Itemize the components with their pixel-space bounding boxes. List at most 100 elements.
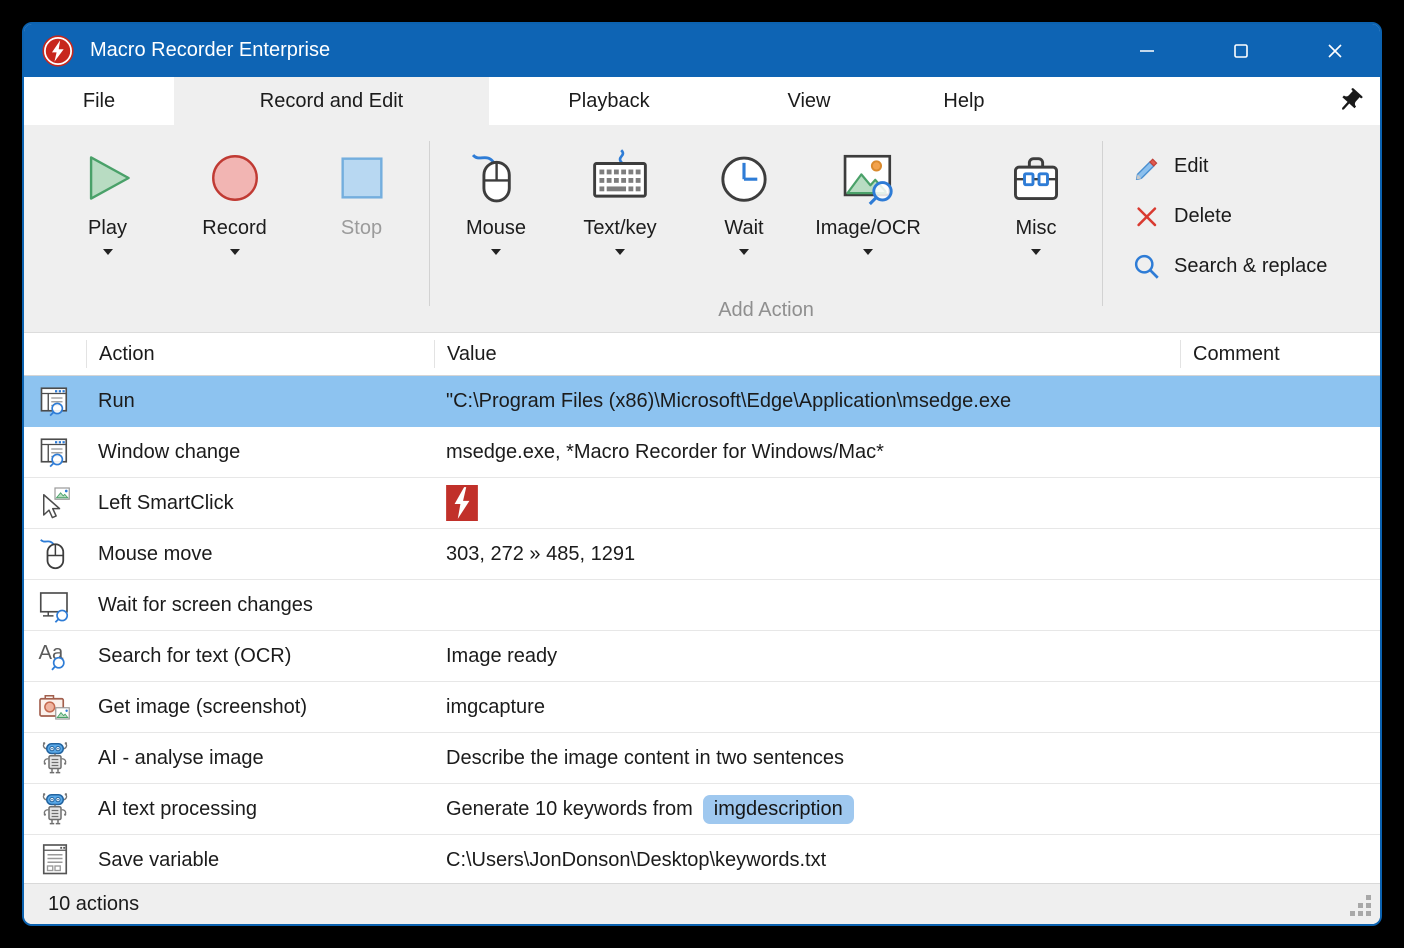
table-row[interactable]: AI - analyse image Describe the image co… [24, 733, 1380, 784]
search-replace-button[interactable]: Search & replace [1133, 241, 1327, 291]
table-body: Run "C:\Program Files (x86)\Microsoft\Ed… [24, 376, 1380, 883]
tab-view[interactable]: View [729, 77, 889, 125]
play-icon [79, 149, 137, 207]
pencil-icon [1133, 153, 1160, 180]
mouse-label: Mouse [466, 217, 526, 240]
menu-tab-bar: File Record and Edit Playback View Help [24, 77, 1380, 125]
value-text: Describe the image content in two senten… [446, 747, 844, 770]
text-key-dropdown-arrow[interactable] [615, 249, 625, 255]
stop-button[interactable]: Stop [298, 125, 425, 255]
value-text: imgcapture [446, 696, 545, 719]
minimize-icon [1137, 41, 1157, 61]
action-cell: Search for text (OCR) [86, 631, 434, 681]
wait-button[interactable]: Wait [682, 125, 806, 255]
mouse-button[interactable]: Mouse [434, 125, 558, 255]
table-row[interactable]: Search for text (OCR) Image ready [24, 631, 1380, 682]
playback-control-group: Play Record Stop [44, 125, 425, 332]
value-cell: msedge.exe, *Macro Recorder for Windows/… [434, 427, 1180, 477]
tab-help[interactable]: Help [889, 77, 1039, 125]
app-window: Macro Recorder Enterprise File Record an… [22, 22, 1382, 926]
table-row[interactable]: Window change msedge.exe, *Macro Recorde… [24, 427, 1380, 478]
variable-token: imgdescription [703, 795, 854, 824]
maximize-button[interactable] [1218, 31, 1264, 71]
image-ocr-label: Image/OCR [815, 217, 921, 240]
close-button[interactable] [1312, 31, 1358, 71]
edit-label: Edit [1174, 155, 1208, 178]
comment-cell [1180, 784, 1380, 834]
briefcase-icon [1007, 149, 1065, 207]
title-bar: Macro Recorder Enterprise [24, 24, 1380, 77]
table-row[interactable]: Save variable C:\Users\JonDonson\Desktop… [24, 835, 1380, 883]
value-cell [434, 580, 1180, 630]
value-text: C:\Users\JonDonson\Desktop\keywords.txt [446, 849, 826, 872]
comment-cell [1180, 529, 1380, 579]
tab-playback[interactable]: Playback [489, 77, 729, 125]
value-cell [434, 478, 1180, 528]
edit-tools-group: Edit Delete Search & replace [1107, 125, 1327, 332]
camera-icon [37, 689, 73, 725]
pin-icon[interactable] [1336, 87, 1364, 115]
robot-icon [37, 740, 73, 776]
record-dropdown-arrow[interactable] [230, 249, 240, 255]
mouse-dropdown-arrow[interactable] [491, 249, 501, 255]
document-icon [37, 842, 73, 878]
action-cell: Wait for screen changes [86, 580, 434, 630]
text-key-button[interactable]: Text/key [558, 125, 682, 255]
action-cell: Mouse move [86, 529, 434, 579]
magnifier-icon [1133, 253, 1160, 280]
comment-column-header: Comment [1180, 340, 1380, 368]
edit-button[interactable]: Edit [1133, 141, 1208, 191]
delete-button[interactable]: Delete [1133, 191, 1232, 241]
add-action-group: Mouse Text/key Wait Image/OCR Misc [434, 125, 1098, 332]
robot-icon [37, 791, 73, 827]
play-label: Play [88, 217, 127, 240]
mouse-icon [37, 536, 73, 572]
smartclick-thumbnail [446, 485, 478, 521]
table-row[interactable]: Get image (screenshot) imgcapture [24, 682, 1380, 733]
action-cell: Window change [86, 427, 434, 477]
action-column-header: Action [86, 340, 434, 368]
play-button[interactable]: Play [44, 125, 171, 255]
value-cell: Describe the image content in two senten… [434, 733, 1180, 783]
wait-dropdown-arrow[interactable] [739, 249, 749, 255]
action-count: 10 actions [48, 893, 139, 916]
icon-column-header [24, 340, 86, 368]
wait-label: Wait [724, 217, 763, 240]
image-ocr-button[interactable]: Image/OCR [806, 125, 930, 255]
window-app-icon [37, 383, 73, 419]
image-ocr-icon [839, 149, 897, 207]
minimize-button[interactable] [1124, 31, 1170, 71]
resize-grip-icon[interactable] [1350, 895, 1372, 917]
action-cell: Save variable [86, 835, 434, 883]
comment-cell [1180, 478, 1380, 528]
table-row[interactable]: Run "C:\Program Files (x86)\Microsoft\Ed… [24, 376, 1380, 427]
record-button[interactable]: Record [171, 125, 298, 255]
value-cell: 303, 272 » 485, 1291 [434, 529, 1180, 579]
stop-icon [333, 149, 391, 207]
play-dropdown-arrow[interactable] [103, 249, 113, 255]
ribbon: Play Record Stop Mouse Te [24, 125, 1380, 332]
misc-button[interactable]: Misc [974, 125, 1098, 255]
value-cell: "C:\Program Files (x86)\Microsoft\Edge\A… [434, 376, 1180, 426]
comment-cell [1180, 631, 1380, 681]
comment-cell [1180, 580, 1380, 630]
action-cell: AI - analyse image [86, 733, 434, 783]
tab-file[interactable]: File [24, 77, 174, 125]
value-text: msedge.exe, *Macro Recorder for Windows/… [446, 441, 884, 464]
value-cell: Image ready [434, 631, 1180, 681]
table-row[interactable]: Mouse move 303, 272 » 485, 1291 [24, 529, 1380, 580]
image-ocr-dropdown-arrow[interactable] [863, 249, 873, 255]
value-text: Image ready [446, 645, 557, 668]
table-row[interactable]: Left SmartClick [24, 478, 1380, 529]
record-icon [206, 149, 264, 207]
table-header: Action Value Comment [24, 333, 1380, 376]
value-cell: imgcapture [434, 682, 1180, 732]
text-key-label: Text/key [583, 217, 656, 240]
clock-icon [715, 149, 773, 207]
tab-record-and-edit[interactable]: Record and Edit [174, 77, 489, 125]
value-text: "C:\Program Files (x86)\Microsoft\Edge\A… [446, 390, 1011, 413]
status-bar: 10 actions [24, 883, 1380, 924]
misc-dropdown-arrow[interactable] [1031, 249, 1041, 255]
table-row[interactable]: Wait for screen changes [24, 580, 1380, 631]
table-row[interactable]: AI text processing Generate 10 keywords … [24, 784, 1380, 835]
